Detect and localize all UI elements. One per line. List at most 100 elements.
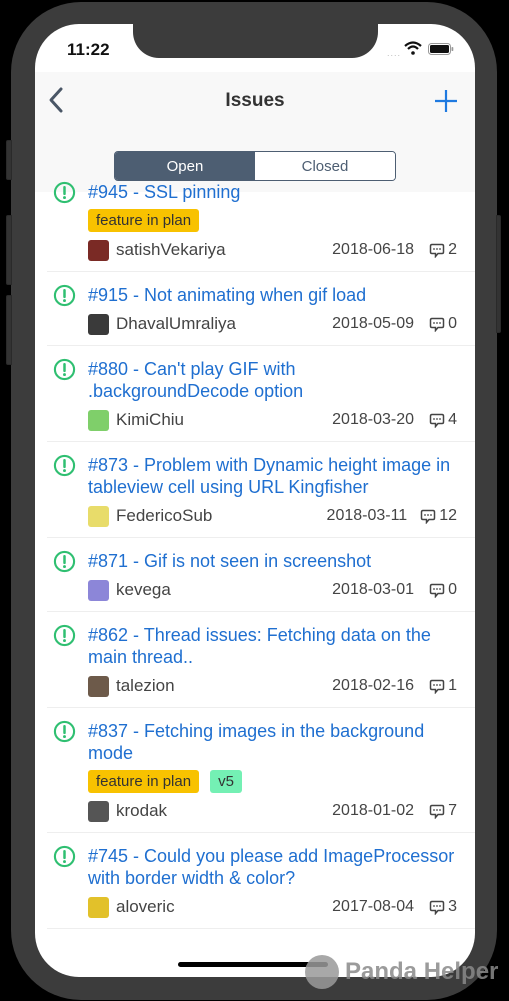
issue-author: satishVekariya [116,240,226,259]
avatar [88,800,109,822]
issue-title[interactable]: #862 - Thread issues: Fetching data on t… [88,624,457,668]
avatar [88,505,109,527]
comment-count-value: 3 [448,898,457,915]
issue-meta: aloveric 2017-08-04 3 [88,896,457,918]
comment-count: 7 [427,802,457,820]
issue-label: v5 [210,770,242,793]
issue-meta: KimiChiu 2018-03-20 4 [88,409,457,431]
avatar [88,409,109,431]
screen: Issues Open Closed 11:22 .... #945 - SSL… [35,24,475,977]
issue-author: krodak [116,801,168,820]
battery-icon [428,43,454,55]
issue-author: KimiChiu [116,410,185,429]
issue-meta: krodak 2018-01-02 7 [88,800,457,822]
wifi-icon [404,41,422,55]
issue-open-icon [53,454,76,477]
watermark-text: Panda Helper [345,958,499,985]
status-time: 11:22 [67,40,110,59]
comment-count-value: 1 [448,677,457,694]
issue-row[interactable]: #837 - Fetching images in the background… [47,708,475,833]
issue-open-icon [53,284,76,307]
issue-list: #945 - SSL pinning feature in plan satishV… [35,169,475,929]
issue-open-icon [53,181,76,204]
issue-title[interactable]: #880 - Can't play GIF with .backgroundDe… [88,358,457,402]
issue-open-icon [53,624,76,647]
issue-date: 2018-01-02 [332,802,414,819]
issue-title[interactable]: #915 - Not animating when gif load [88,284,457,306]
volume-up-button [6,215,12,285]
issue-row[interactable]: #880 - Can't play GIF with .backgroundDe… [47,346,475,442]
comment-count-value: 4 [448,411,457,428]
avatar [88,896,109,918]
issue-open-icon [53,720,76,743]
issue-author: DhavalUmraliya [116,314,236,333]
comment-count-value: 12 [439,507,457,524]
issue-row[interactable]: #873 - Problem with Dynamic height image… [47,442,475,538]
issue-row[interactable]: #871 - Gif is not seen in screenshot keve… [47,538,475,612]
comment-icon [429,413,445,428]
issue-date: 2018-02-16 [332,677,414,694]
issue-open-icon [53,845,76,868]
panda-logo-icon [305,955,339,989]
issue-title[interactable]: #945 - SSL pinning [88,181,457,203]
issue-author: FedericoSub [116,506,213,525]
avatar [88,579,109,601]
issue-meta: FedericoSub 2018-03-11 12 [88,505,457,527]
comment-count: 4 [427,411,457,429]
issue-date: 2018-05-09 [332,315,414,332]
issue-meta: kevega 2018-03-01 0 [88,579,457,601]
comment-count: 2 [427,241,457,259]
comment-icon [420,509,436,524]
comment-count-value: 0 [448,581,457,598]
comment-count-value: 7 [448,802,457,819]
issue-date: 2018-06-18 [332,241,414,258]
issue-meta: DhavalUmraliya 2018-05-09 0 [88,313,457,335]
issue-title[interactable]: #745 - Could you please add ImageProcess… [88,845,457,889]
volume-down-button [6,295,12,365]
issue-author: talezion [116,676,175,695]
issue-row[interactable]: #945 - SSL pinning feature in plan satishV… [47,169,475,272]
comment-count: 0 [427,581,457,599]
issue-title[interactable]: #871 - Gif is not seen in screenshot [88,550,457,572]
issue-meta: satishVekariya 2018-06-18 2 [88,239,457,261]
add-issue-button[interactable] [431,84,461,118]
issue-open-icon [53,358,76,381]
comment-icon [429,317,445,332]
comment-count-value: 0 [448,315,457,332]
comment-icon [429,243,445,258]
issue-row[interactable]: #915 - Not animating when gif load Dhaval… [47,272,475,346]
signal-icon: .... [387,48,402,58]
issue-open-icon [53,550,76,573]
issue-labels: feature in plan v5 [88,770,457,793]
avatar [88,239,109,261]
comment-count: 12 [420,507,457,525]
status-bar: 11:22 .... [35,24,475,72]
comment-count: 0 [427,315,457,333]
issue-label: feature in plan [88,209,200,232]
comment-count: 3 [427,898,457,916]
page-title: Issues [225,90,285,111]
issue-author: aloveric [116,897,175,916]
comment-icon [429,804,445,819]
mute-switch [6,140,12,180]
comment-icon [429,900,445,915]
comment-icon [429,679,445,694]
issue-author: kevega [116,580,171,599]
comment-count-value: 2 [448,241,457,258]
comment-icon [429,583,445,598]
issue-title[interactable]: #873 - Problem with Dynamic height image… [88,454,457,498]
issue-date: 2018-03-11 [326,507,408,524]
issue-label: feature in plan [88,770,200,793]
issue-date: 2017-08-04 [332,898,414,915]
power-button [496,215,501,333]
avatar [88,675,109,697]
issue-meta: talezion 2018-02-16 1 [88,675,457,697]
comment-count: 1 [427,677,457,695]
issue-row[interactable]: #745 - Could you please add ImageProcess… [47,833,475,929]
issue-date: 2018-03-01 [332,581,414,598]
avatar [88,313,109,335]
plus-icon [435,90,457,112]
watermark: Panda Helper [305,955,498,989]
issue-row[interactable]: #862 - Thread issues: Fetching data on t… [47,612,475,708]
issue-title[interactable]: #837 - Fetching images in the background… [88,720,457,764]
